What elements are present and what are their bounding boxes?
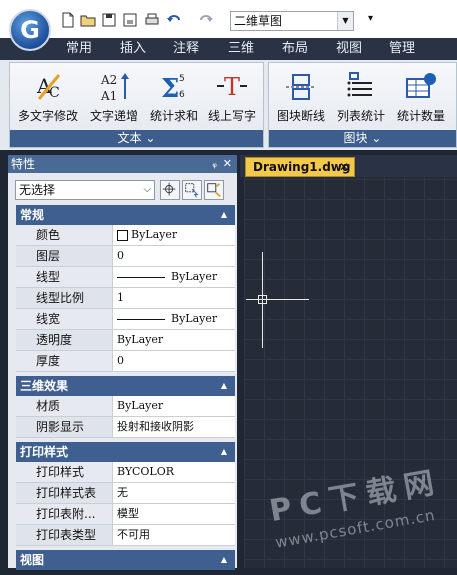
open-folder-icon[interactable] <box>80 12 96 28</box>
text-panel: AC 多文字修改 A2 A1 文字递增 Σ56 统计求和 T 线上写字 文本 ⌄ <box>9 62 264 148</box>
svg-text:A2: A2 <box>100 73 117 87</box>
property-row-shadow-display[interactable]: 阴影显示 投射和接收阴影 <box>16 417 235 438</box>
count-statistics-button[interactable]: 统计数量 <box>393 69 449 124</box>
text-increment-icon: A2 A1 <box>86 69 142 103</box>
properties-palette: 特性 ᵩ ✕ 无选择 ⌵ 常规 ▲ 颜色 ByLayer 图层 0 线型 ByL… <box>8 155 237 570</box>
tab-insert[interactable]: 插入 <box>120 38 146 60</box>
line-sample <box>117 318 165 320</box>
svg-text:Σ: Σ <box>161 74 179 103</box>
chevron-down-icon: ▼ <box>337 12 353 30</box>
properties-header: 特性 ᵩ ✕ <box>8 155 237 173</box>
undo-icon[interactable] <box>166 12 182 28</box>
list-statistics-button[interactable]: 列表统计 <box>333 69 389 124</box>
print-icon[interactable] <box>144 12 160 28</box>
svg-text:T: T <box>224 73 240 101</box>
app-logo[interactable]: G <box>9 9 51 51</box>
select-objects-icon[interactable] <box>182 180 202 200</box>
property-row-plot-style-table[interactable]: 打印样式表 无 <box>16 483 235 504</box>
svg-text:A1: A1 <box>100 89 117 103</box>
tab-manage[interactable]: 管理 <box>389 38 415 60</box>
tab-annotate[interactable]: 注释 <box>173 38 199 60</box>
close-icon[interactable]: ✕ <box>339 158 349 176</box>
block-panel-title[interactable]: 图块 ⌄ <box>269 130 456 147</box>
chevron-down-icon: ⌄ <box>145 131 156 145</box>
property-row-linetype[interactable]: 线型 ByLayer <box>16 267 235 288</box>
tab-3d[interactable]: 三维 <box>228 38 254 60</box>
document-tab-drawing1[interactable]: Drawing1.dwg ✕ <box>245 157 355 177</box>
property-row-transparency[interactable]: 透明度 ByLayer <box>16 330 235 351</box>
svg-text:5: 5 <box>179 74 185 84</box>
section-3d-effects[interactable]: 三维效果 ▲ <box>16 376 235 396</box>
block-break-line-button[interactable]: 图块断线 <box>273 69 329 124</box>
write-on-line-button[interactable]: T 线上写字 <box>204 69 260 124</box>
redo-icon[interactable] <box>198 12 214 28</box>
crosshair-horizontal <box>246 299 309 300</box>
new-file-icon[interactable] <box>60 12 76 28</box>
block-break-icon <box>273 69 329 103</box>
tab-layout[interactable]: 布局 <box>282 38 308 60</box>
property-row-color[interactable]: 颜色 ByLayer <box>16 225 235 246</box>
collapse-icon: ▲ <box>220 555 227 564</box>
collapse-icon: ▲ <box>220 210 227 219</box>
property-row-plot-style[interactable]: 打印样式 BYCOLOR <box>16 462 235 483</box>
property-row-plot-table-type[interactable]: 打印表类型 不可用 <box>16 525 235 546</box>
workspace-select[interactable]: 二维草图 ▼ <box>230 11 354 31</box>
sigma-icon: Σ5 6 <box>146 69 202 103</box>
block-panel: 图块断线 列表统计 统计数量 图块 ⌄ <box>268 62 457 148</box>
properties-title: 特性 <box>11 157 36 171</box>
text-panel-title[interactable]: 文本 ⌄ <box>10 130 263 147</box>
quick-select-icon[interactable] <box>204 180 224 200</box>
workspace-value: 二维草图 <box>234 14 283 28</box>
property-row-thickness[interactable]: 厚度 0 <box>16 351 235 372</box>
section-plot-style[interactable]: 打印样式 ▲ <box>16 442 235 462</box>
list-icon <box>333 69 389 103</box>
tab-view[interactable]: 视图 <box>336 38 362 60</box>
close-icon[interactable]: ✕ <box>223 155 232 173</box>
section-general[interactable]: 常规 ▲ <box>16 205 235 225</box>
svg-text:6: 6 <box>179 90 185 100</box>
sum-statistics-button[interactable]: Σ56 统计求和 <box>146 69 202 124</box>
selection-dropdown[interactable]: 无选择 ⌵ <box>15 180 155 200</box>
pickbox-cursor <box>258 295 267 304</box>
tab-home[interactable]: 常用 <box>66 38 92 60</box>
chevron-down-icon: ⌵ <box>143 184 151 195</box>
collapse-icon: ▲ <box>220 381 227 390</box>
customize-toolbar-icon[interactable]: ▾ <box>368 13 373 24</box>
ribbon-tab-bar: 常用 插入 注释 三维 布局 视图 管理 <box>0 38 457 60</box>
save-icon[interactable] <box>101 12 117 28</box>
save-as-icon[interactable] <box>122 12 138 28</box>
count-table-icon <box>393 69 449 103</box>
line-sample <box>117 276 165 278</box>
toggle-pickadd-icon[interactable] <box>160 180 180 200</box>
chevron-down-icon: ⌄ <box>371 131 382 145</box>
pin-icon[interactable]: ᵩ <box>212 155 217 173</box>
property-row-linetype-scale[interactable]: 线型比例 1 <box>16 288 235 309</box>
multi-text-edit-button[interactable]: AC 多文字修改 <box>16 69 80 124</box>
text-edit-icon: AC <box>16 69 80 103</box>
property-row-lineweight[interactable]: 线宽 ByLayer <box>16 309 235 330</box>
section-view[interactable]: 视图 ▲ <box>16 550 235 570</box>
property-row-layer[interactable]: 图层 0 <box>16 246 235 267</box>
property-row-material[interactable]: 材质 ByLayer <box>16 396 235 417</box>
collapse-icon: ▲ <box>220 447 227 456</box>
quick-access-toolbar: G 二维草图 ▼ ▾ <box>0 0 457 51</box>
document-tab-bar: Drawing1.dwg ✕ <box>240 155 457 177</box>
color-swatch <box>117 229 128 241</box>
property-row-plot-table-attached[interactable]: 打印表附... 模型 <box>16 504 235 525</box>
text-on-line-icon: T <box>204 69 260 103</box>
text-increment-button[interactable]: A2 A1 文字递增 <box>86 69 142 124</box>
selection-row: 无选择 ⌵ <box>8 173 237 205</box>
drawing-canvas[interactable] <box>244 177 457 568</box>
